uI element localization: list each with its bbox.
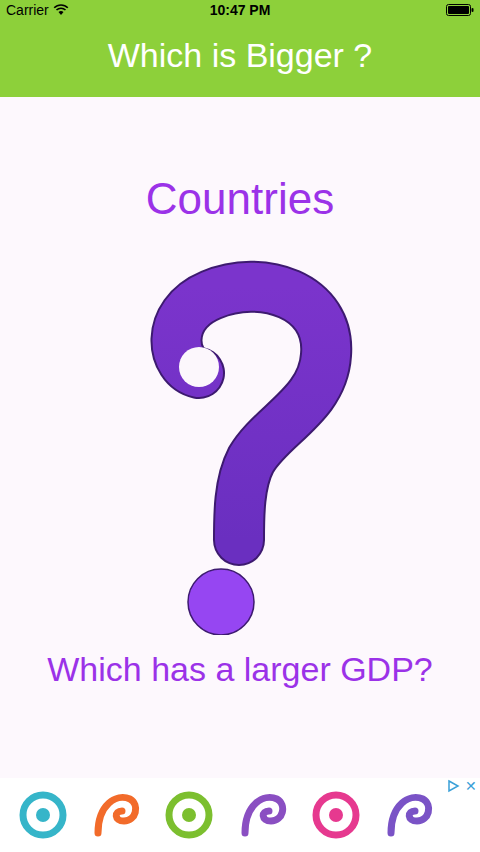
zodiac-icon	[306, 785, 366, 845]
zodiac-icon	[13, 785, 73, 845]
app-title: Which is Bigger ?	[0, 20, 480, 97]
header: Carrier 10:47 PM Which is Bigger ?	[0, 0, 480, 97]
zodiac-icon	[379, 785, 439, 845]
category-label: Countries	[146, 173, 334, 225]
wifi-icon	[53, 4, 69, 16]
adchoices-icon[interactable]	[446, 779, 460, 793]
status-bar: Carrier 10:47 PM	[0, 0, 480, 20]
zodiac-icon	[159, 785, 219, 845]
app-screen: Carrier 10:47 PM Which is Bigger ? Count…	[0, 0, 480, 852]
question-text: Which has a larger GDP?	[39, 649, 441, 689]
question-mark-icon	[141, 255, 361, 635]
carrier-label: Carrier	[6, 2, 49, 18]
ad-banner[interactable]: ✕	[0, 778, 480, 852]
ad-close-button[interactable]: ✕	[462, 778, 480, 794]
battery-icon	[446, 4, 474, 16]
question-card[interactable]: Countries Which has a larger GDP?	[0, 97, 480, 778]
zodiac-icon	[86, 785, 146, 845]
status-time: 10:47 PM	[210, 2, 271, 18]
zodiac-icon	[233, 785, 293, 845]
